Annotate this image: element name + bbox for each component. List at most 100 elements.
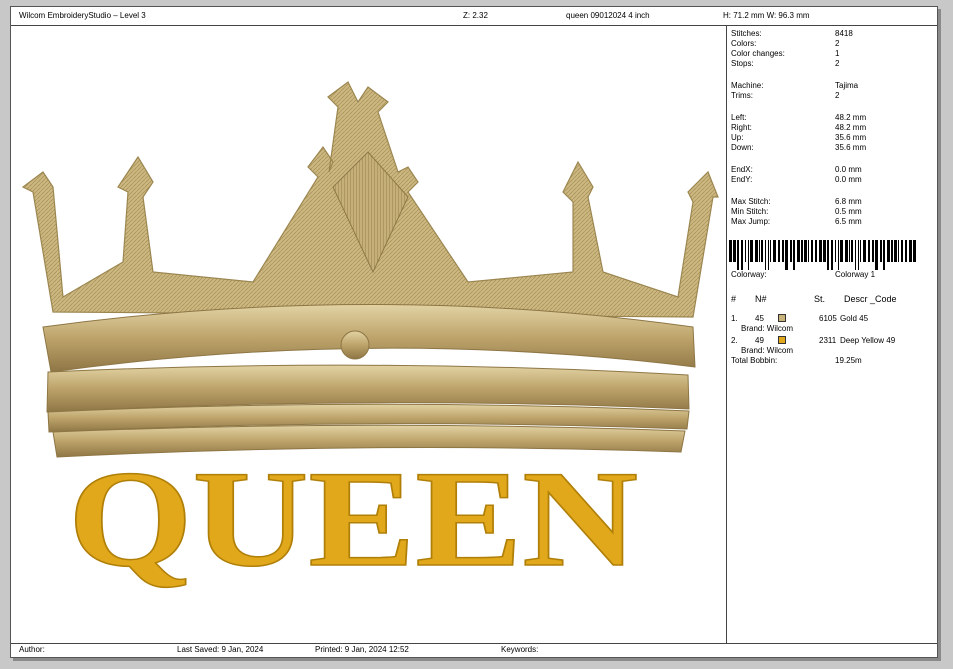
barcode-bar [770, 240, 771, 262]
stat-value: 6.8 mm [835, 197, 862, 206]
header-divider [11, 25, 937, 26]
crown-jewel [340, 330, 370, 360]
stat-value: 35.6 mm [835, 143, 867, 152]
barcode-bar [891, 240, 893, 262]
barcode-bar [860, 240, 861, 262]
barcode-bar [835, 240, 836, 262]
row1-stitches: 6105 [819, 314, 837, 323]
stat-label: Left: [731, 113, 747, 122]
barcode-bar [750, 240, 753, 262]
barcode-bar [811, 240, 813, 262]
barcode-bar [849, 240, 850, 262]
stat-value: 0.5 mm [835, 207, 862, 216]
stat-value: 1 [835, 49, 840, 58]
stat-value: 2 [835, 39, 840, 48]
stat-value: 0.0 mm [835, 175, 862, 184]
design-name: queen 09012024 4 inch [566, 11, 650, 20]
row2-descr: Deep Yellow 49 [840, 336, 896, 345]
barcode-bar [745, 240, 746, 262]
stat-label: Min Stitch: [731, 207, 769, 216]
stat-value: 2 [835, 91, 840, 100]
barcode-bar [863, 240, 866, 262]
print-preview-sheet: Wilcom EmbroideryStudio – Level 3 Z: 2.3… [10, 6, 938, 658]
barcode-bar [868, 240, 870, 262]
stat-label: Color changes: [731, 49, 785, 58]
barcode-bar [855, 240, 856, 270]
barcode-bar [872, 240, 874, 262]
row2-stitches: 2311 [819, 336, 837, 345]
col-header-index: # [731, 294, 737, 304]
barcode-bar [840, 240, 843, 262]
stat-label: Max Jump: [731, 217, 771, 226]
barcode-bar [748, 240, 749, 270]
barcode-bar [733, 240, 736, 262]
stat-label: Right: [731, 123, 752, 132]
stat-label: Stops: [731, 59, 754, 68]
barcode-bar [741, 240, 743, 270]
barcode-bar [827, 240, 829, 270]
row2-color-swatch [778, 336, 786, 344]
footer-printed: Printed: 9 Jan, 2024 12:52 [315, 645, 409, 654]
stat-value: 6.5 mm [835, 217, 862, 226]
barcode-bar [851, 240, 853, 262]
barcode-bar [790, 240, 792, 262]
design-size: H: 71.2 mm W: 96.3 mm [723, 11, 810, 20]
stat-value: 35.6 mm [835, 133, 867, 142]
footer-last-saved: Last Saved: 9 Jan, 2024 [177, 645, 264, 654]
colorway-label: Colorway: [731, 270, 767, 279]
row1-color-swatch [778, 314, 786, 322]
panel-divider [726, 26, 727, 643]
barcode-bar [858, 240, 859, 270]
stat-label: Down: [731, 143, 754, 152]
barcode-bar [823, 240, 826, 262]
barcode-bar [808, 240, 809, 262]
design-text: QUEEN [68, 442, 638, 595]
stat-label: Machine: [731, 81, 764, 90]
stat-label: EndX: [731, 165, 753, 174]
stat-value: 48.2 mm [835, 123, 867, 132]
barcode-bar [875, 240, 878, 270]
barcode-bar [909, 240, 912, 262]
barcode [729, 240, 916, 270]
barcode-bar [894, 240, 897, 262]
barcode-bar [768, 240, 769, 270]
stat-label: Up: [731, 133, 744, 142]
barcode-bar [883, 240, 885, 270]
design-canvas: QUEEN [21, 81, 719, 596]
row1-index: 1. [731, 314, 738, 323]
barcode-bar [761, 240, 763, 262]
col-header-descr: Descr _Code [844, 294, 897, 304]
barcode-bar [901, 240, 903, 262]
stat-value: Tajima [835, 81, 859, 90]
barcode-bar [804, 240, 807, 262]
barcode-bar [880, 240, 882, 262]
barcode-bar [759, 240, 760, 262]
barcode-bar [793, 240, 795, 270]
footer-keywords: Keywords: [501, 645, 539, 654]
stat-label: Colors: [731, 39, 757, 48]
barcode-bar [898, 240, 899, 262]
colorway-value: Colorway 1 [835, 270, 876, 279]
barcode-bar [831, 240, 833, 270]
footer-author: Author: [19, 645, 45, 654]
col-header-stitches: St. [814, 294, 826, 304]
total-bobbin-value: 19.25m [835, 356, 862, 365]
row1-num: 45 [755, 314, 764, 323]
barcode-bar [782, 240, 784, 262]
barcode-bar [905, 240, 907, 262]
barcode-bar [887, 240, 890, 262]
total-bobbin-label: Total Bobbin: [731, 356, 778, 365]
footer-divider [11, 643, 937, 644]
app-title: Wilcom EmbroideryStudio – Level 3 [19, 11, 146, 20]
stat-label: Trims: [731, 91, 753, 100]
row2-num: 49 [755, 336, 764, 345]
row1-descr: Gold 45 [840, 314, 869, 323]
crown-graphic [21, 81, 719, 458]
stat-label: Stitches: [731, 29, 762, 38]
barcode-bar [778, 240, 780, 262]
barcode-bar [913, 240, 916, 262]
row1-brand: Brand: Wilcom [741, 324, 794, 333]
stat-value: 2 [835, 59, 840, 68]
stat-value: 48.2 mm [835, 113, 867, 122]
col-header-num: N# [755, 294, 767, 304]
